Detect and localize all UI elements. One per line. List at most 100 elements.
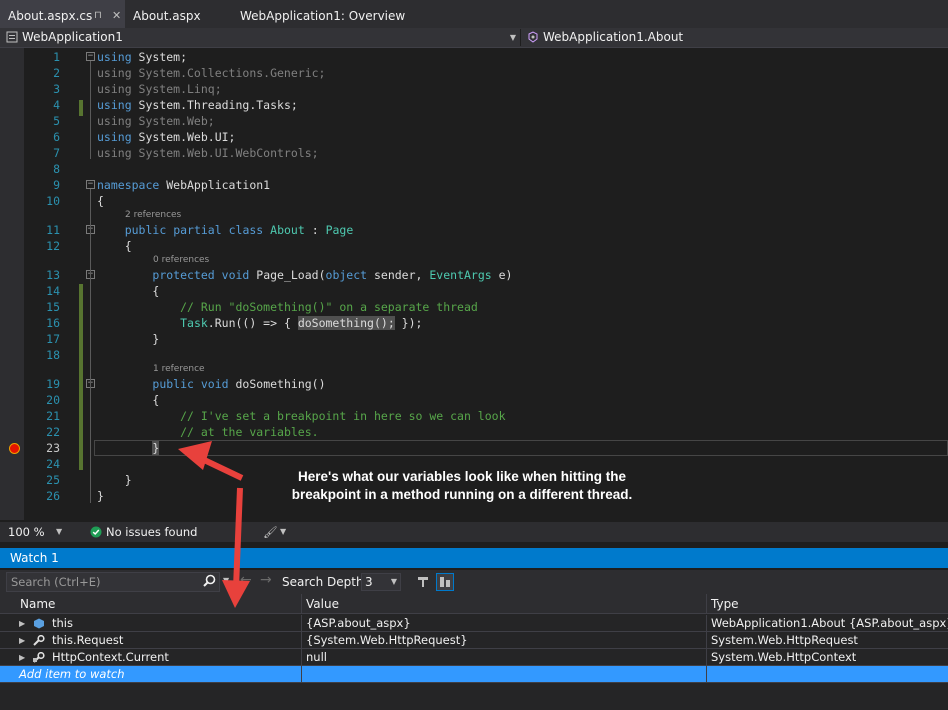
annotation-text: Here's what our variables look like when… [291, 469, 633, 502]
change-indicator [79, 100, 83, 116]
watch-row[interactable]: ▶ HttpContext.Current null System.Web.Ht… [0, 649, 948, 666]
tab-about-aspx[interactable]: About.aspx [125, 0, 235, 28]
watch-type [707, 666, 948, 683]
class-icon [528, 31, 538, 43]
line-number: 26 [46, 489, 60, 503]
back-arrow-icon[interactable]: ← [240, 572, 252, 588]
code-line: using System.Web; [97, 114, 215, 128]
tab-label: About.aspx [133, 9, 201, 23]
watch-value [302, 666, 707, 683]
code-line: protected void Page_Load(object sender, … [152, 268, 513, 282]
code-line: // Run "doSomething()" on a separate thr… [180, 300, 478, 314]
codelens-references[interactable]: 0 references [153, 254, 209, 266]
watch-name: HttpContext.Current [0, 649, 302, 666]
watch-type: System.Web.HttpRequest [711, 633, 858, 647]
search-depth-dropdown[interactable]: 3 ▼ [361, 573, 401, 591]
watch-value[interactable]: {System.Web.HttpRequest} [302, 632, 707, 649]
line-number: 25 [46, 473, 60, 487]
pin-filter-icon[interactable] [416, 575, 430, 589]
add-item-to-watch[interactable]: Add item to watch [0, 666, 302, 683]
code-line: using System.Web.UI; [97, 130, 236, 144]
watch-value[interactable]: null [302, 649, 707, 666]
code-line: { [97, 194, 104, 208]
line-number: 15 [46, 300, 60, 314]
search-depth-label: Search Depth: [282, 575, 368, 589]
watch-row[interactable]: ▶ this {ASP.about_aspx} WebApplication1.… [0, 615, 948, 632]
watch-name: this [0, 615, 302, 632]
chevron-down-icon: ▼ [509, 33, 516, 42]
watch-type: WebApplication1.About {ASP.about_aspx} [711, 616, 948, 630]
line-number: 9 [53, 178, 60, 192]
zoom-level[interactable]: 100 % [8, 522, 45, 542]
code-line: using System.Threading.Tasks; [97, 98, 298, 112]
project-dropdown[interactable]: WebApplication1 ▼ [6, 29, 521, 46]
code-line: // at the variables. [180, 425, 319, 439]
watch-row[interactable]: ▶ this.Request {System.Web.HttpRequest} … [0, 632, 948, 649]
line-number: 7 [53, 146, 60, 160]
codelens-references[interactable]: 1 reference [153, 363, 205, 375]
line-number: 23 [46, 441, 60, 455]
line-number: 8 [53, 162, 60, 176]
tab-label: About.aspx.cs [8, 9, 93, 23]
code-line: } [152, 332, 160, 346]
code-line: using System.Linq; [97, 82, 222, 96]
tab-about-aspx-cs[interactable]: About.aspx.cs ⊓ ✕ [0, 0, 125, 28]
line-number: 19 [46, 377, 60, 391]
line-number: 6 [53, 130, 60, 144]
add-watch-row[interactable]: Add item to watch [0, 666, 948, 683]
line-number: 2 [53, 66, 60, 80]
line-number: 24 [46, 457, 60, 471]
code-line: using System.Collections.Generic; [97, 66, 326, 80]
watch-window-title[interactable]: Watch 1 [0, 548, 948, 568]
line-number: 22 [46, 425, 60, 439]
line-number: 20 [46, 393, 60, 407]
line-number: 1 [53, 50, 60, 64]
view-columns-icon[interactable] [436, 573, 454, 591]
line-number: 18 [46, 348, 60, 362]
tab-overview[interactable]: WebApplication1: Overview [232, 0, 432, 28]
scope-name: WebApplication1.About [543, 30, 684, 44]
tab-label: WebApplication1: Overview [240, 9, 406, 23]
watch-name: this.Request [0, 632, 302, 649]
chevron-down-icon[interactable]: ▼ [280, 522, 286, 542]
current-line-highlight [94, 440, 948, 456]
watch-search-input[interactable]: Search (Ctrl+E) [6, 572, 220, 592]
code-line: // I've set a breakpoint in here so we c… [180, 409, 506, 423]
line-number: 17 [46, 332, 60, 346]
scope-dropdown[interactable]: WebApplication1.About [527, 29, 947, 46]
code-line: public void doSomething() [152, 377, 326, 391]
code-line: namespace WebApplication1 [97, 178, 271, 192]
search-icon[interactable] [203, 574, 216, 587]
column-header-name[interactable]: Name [0, 594, 302, 614]
brush-icon[interactable]: 🖌︎ [263, 522, 278, 542]
codelens-references[interactable]: 2 references [125, 209, 181, 221]
change-indicator [79, 284, 83, 470]
document-tab-bar: About.aspx.cs ⊓ ✕ About.aspx WebApplicat… [0, 0, 948, 28]
fold-guide [90, 61, 91, 159]
forward-arrow-icon[interactable]: → [260, 572, 272, 588]
line-number: 21 [46, 409, 60, 423]
fold-guide [90, 189, 91, 503]
line-number: 4 [53, 98, 60, 112]
code-line: { [152, 393, 160, 407]
code-line: } [97, 489, 104, 503]
breakpoint-icon[interactable] [9, 443, 20, 454]
project-name: WebApplication1 [22, 30, 123, 44]
watch-grid: Name Value Type ▶ this {ASP.about_aspx} … [0, 594, 948, 710]
chevron-down-icon[interactable]: ▼ [56, 522, 62, 542]
issues-status[interactable]: No issues found [106, 522, 197, 542]
column-header-type[interactable]: Type [707, 594, 948, 614]
line-number: 11 [46, 223, 60, 237]
line-number: 3 [53, 82, 60, 96]
column-header-value[interactable]: Value [302, 594, 707, 614]
line-number: 13 [46, 268, 60, 282]
line-number: 10 [46, 194, 60, 208]
watch-value[interactable]: {ASP.about_aspx} [302, 615, 707, 632]
code-editor[interactable]: 1 2 3 4 5 6 7 8 9 10 11 12 13 14 15 16 17 18 19 20 21 22 23 24 2… [0, 48, 948, 520]
line-number: 12 [46, 239, 60, 253]
fold-toggle[interactable]: − [86, 52, 95, 61]
chevron-down-icon[interactable]: ▼ [223, 576, 229, 585]
line-number: 5 [53, 114, 60, 128]
fold-toggle[interactable]: − [86, 180, 95, 189]
check-circle-icon [90, 526, 102, 538]
